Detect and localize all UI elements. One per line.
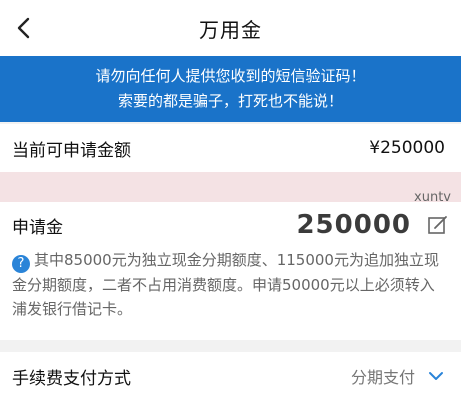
apply-amount-input[interactable]: 250000 (296, 210, 411, 240)
back-arrow-icon (17, 17, 30, 39)
available-amount-label: 当前可申请金额 (12, 140, 131, 161)
page-title: 万用金 (199, 17, 262, 42)
question-icon[interactable]: ? (12, 255, 30, 273)
available-amount-value: ¥250000 (369, 138, 445, 158)
security-warning-banner: 请勿向任何人提供您收到的短信验证码！ 索要的都是骗子，打死也不能说！ (0, 56, 461, 122)
overlay-band (0, 172, 461, 202)
quota-note: ? 其中85000元为独立现金分期额度、115000元为追加独立现金分期额度，二者… (0, 248, 461, 340)
warning-line-1: 请勿向任何人提供您收到的短信验证码！ (95, 67, 366, 85)
apply-amount-row[interactable]: 申请金 250000 (0, 202, 461, 248)
fee-payment-row[interactable]: 手续费支付方式 分期支付 (0, 352, 461, 400)
chevron-down-icon[interactable] (427, 367, 445, 385)
warning-line-2: 索要的都是骗子，打死也不能说！ (117, 92, 343, 110)
fee-payment-value[interactable]: 分期支付 (351, 364, 415, 388)
apply-amount-label: 申请金 (12, 217, 63, 238)
available-amount-row: 当前可申请金额 ¥250000 (0, 124, 461, 172)
quota-note-text: 其中85000元为独立现金分期额度、115000元为追加独立现金分期额度，二者不… (12, 251, 439, 318)
top-bar: 万用金 (0, 0, 461, 56)
fee-payment-label: 手续费支付方式 (12, 368, 131, 389)
back-button[interactable] (8, 12, 40, 44)
edit-icon[interactable] (427, 214, 449, 236)
